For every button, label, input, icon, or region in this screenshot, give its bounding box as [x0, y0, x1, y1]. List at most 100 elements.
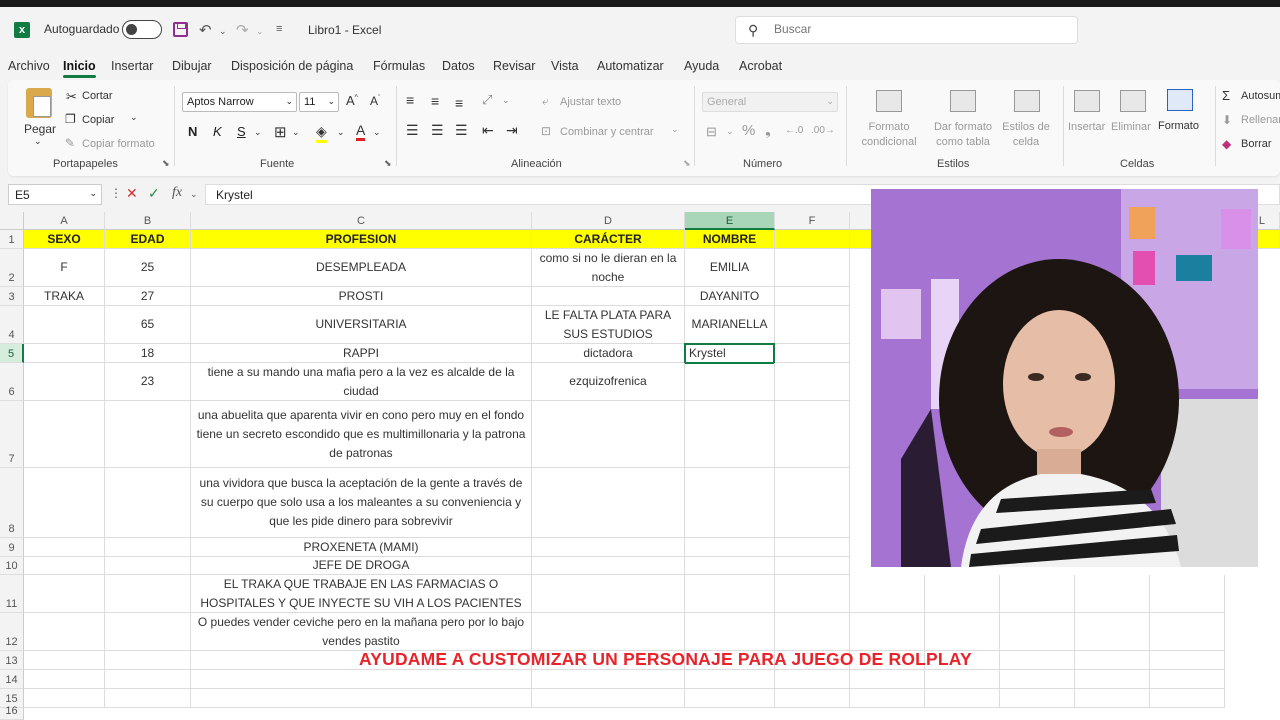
decrease-decimal-icon[interactable]: .00→ — [811, 125, 835, 136]
delete-cells-icon[interactable] — [1120, 90, 1146, 112]
row-header-6[interactable]: 6 — [0, 363, 24, 401]
row-header-2[interactable]: 2 — [0, 249, 24, 287]
cell-c10[interactable]: JEFE DE DROGA — [191, 557, 532, 575]
cell-a9[interactable] — [24, 538, 105, 557]
font-launcher-icon[interactable]: ⬊ — [384, 158, 392, 169]
align-bottom-icon[interactable]: ≡ — [455, 95, 463, 111]
align-top-icon[interactable]: ≡ — [406, 92, 414, 108]
cell-a15[interactable] — [24, 689, 105, 708]
cell-d4[interactable]: LE FALTA PLATA PARA SUS ESTUDIOS — [532, 306, 685, 344]
cell-f14[interactable] — [775, 670, 850, 689]
cell-c8[interactable]: una vividora que busca la aceptación de … — [191, 468, 532, 538]
cell-e14[interactable] — [685, 670, 775, 689]
tab-dibujar[interactable]: Dibujar — [172, 59, 212, 73]
column-header-d[interactable]: D — [532, 212, 685, 230]
cell-e10[interactable] — [685, 557, 775, 575]
copy-icon[interactable]: ❐ — [65, 112, 76, 126]
cell-e12[interactable] — [685, 613, 775, 651]
cell-b5[interactable]: 18 — [105, 344, 191, 363]
underline-dropdown-icon[interactable]: ⌄ — [254, 127, 262, 138]
cell-a8[interactable] — [24, 468, 105, 538]
column-header-f[interactable]: F — [775, 212, 850, 230]
percent-icon[interactable]: % — [742, 122, 755, 139]
row-header-1[interactable]: 1 — [0, 230, 24, 249]
cell-d6[interactable]: ezquizofrenica — [532, 363, 685, 401]
column-header-c[interactable]: C — [191, 212, 532, 230]
header-cell-f[interactable] — [775, 230, 850, 249]
column-header-b[interactable]: B — [105, 212, 191, 230]
cell-c9[interactable]: PROXENETA (MAMI) — [191, 538, 532, 557]
italic-button[interactable]: K — [213, 124, 222, 139]
header-cell-nombre[interactable]: NOMBRE — [685, 230, 775, 249]
tab-archivo[interactable]: Archivo — [8, 59, 50, 73]
undo-dropdown-icon[interactable]: ⌄ — [219, 26, 227, 37]
row-header-14[interactable]: 14 — [0, 670, 24, 689]
row-header-13[interactable]: 13 — [0, 651, 24, 670]
cut-icon[interactable]: ✂ — [66, 89, 77, 105]
cell-d10[interactable] — [532, 557, 685, 575]
cell-h12[interactable] — [925, 613, 1000, 651]
wrap-text-button[interactable]: Ajustar texto — [560, 96, 621, 108]
paste-dropdown-icon[interactable]: ⌄ — [34, 136, 42, 147]
align-right-icon[interactable]: ☰ — [455, 122, 468, 139]
name-box[interactable]: E5 ⌄ — [8, 184, 102, 205]
format-cells-button[interactable]: Formato — [1158, 120, 1199, 132]
cell-i11[interactable] — [1000, 575, 1075, 613]
tab-datos[interactable]: Datos — [442, 59, 475, 73]
customize-toolbar-icon[interactable]: ≡ — [276, 23, 282, 35]
enter-icon[interactable]: ✓ — [148, 185, 160, 202]
autosum-icon[interactable]: Σ — [1222, 88, 1230, 103]
cell-c3[interactable]: PROSTI — [191, 287, 532, 306]
save-icon[interactable] — [173, 22, 188, 37]
cell-f3[interactable] — [775, 287, 850, 306]
cell-i14[interactable] — [1000, 670, 1075, 689]
cell-b7[interactable] — [105, 401, 191, 468]
cell-i13[interactable] — [1000, 651, 1075, 670]
cell-g12[interactable] — [850, 613, 925, 651]
row-header-3[interactable]: 3 — [0, 287, 24, 306]
cell-f15[interactable] — [775, 689, 850, 708]
insert-cells-button[interactable]: Insertar — [1068, 121, 1105, 133]
cell-b8[interactable] — [105, 468, 191, 538]
wrap-text-icon[interactable]: ⤶ — [542, 94, 549, 109]
cell-c15[interactable] — [191, 689, 532, 708]
cell-g15[interactable] — [850, 689, 925, 708]
row-header-12[interactable]: 12 — [0, 613, 24, 651]
cell-c2[interactable]: DESEMPLEADA — [191, 249, 532, 287]
insert-cells-icon[interactable] — [1074, 90, 1100, 112]
column-header-a[interactable]: A — [24, 212, 105, 230]
cell-k14[interactable] — [1150, 670, 1225, 689]
cell-a7[interactable] — [24, 401, 105, 468]
cell-f2[interactable] — [775, 249, 850, 287]
cell-c5[interactable]: RAPPI — [191, 344, 532, 363]
cell-c4[interactable]: UNIVERSITARIA — [191, 306, 532, 344]
autosave-toggle[interactable] — [122, 20, 162, 39]
cell-c6[interactable]: tiene a su mando una mafia pero a la vez… — [191, 363, 532, 401]
more-options-icon[interactable]: ⋮ — [110, 186, 122, 200]
cell-c11[interactable]: EL TRAKA QUE TRABAJE EN LAS FARMACIAS O … — [191, 575, 532, 613]
search-box[interactable]: ⚲ — [735, 16, 1078, 44]
cell-b2[interactable]: 25 — [105, 249, 191, 287]
comma-style-icon[interactable]: ❟ — [765, 122, 771, 139]
tab-acrobat[interactable]: Acrobat — [739, 59, 782, 73]
cell-styles-icon[interactable] — [1014, 90, 1040, 112]
font-name-combo[interactable]: Aptos Narrow ⌄ — [182, 92, 297, 112]
cell-d11[interactable] — [532, 575, 685, 613]
cell-j13[interactable] — [1075, 651, 1150, 670]
cell-d15[interactable] — [532, 689, 685, 708]
cell-d9[interactable] — [532, 538, 685, 557]
cell-styles-button[interactable]: Estilos de celda — [998, 120, 1054, 150]
cell-f10[interactable] — [775, 557, 850, 575]
row-header-4[interactable]: 4 — [0, 306, 24, 344]
cell-a14[interactable] — [24, 670, 105, 689]
format-painter-icon[interactable]: ✎ — [65, 136, 75, 150]
cell-k13[interactable] — [1150, 651, 1225, 670]
cell-g14[interactable] — [850, 670, 925, 689]
copy-dropdown-icon[interactable]: ⌄ — [130, 112, 138, 123]
orientation-dropdown-icon[interactable]: ⌄ — [502, 95, 510, 106]
cell-f7[interactable] — [775, 401, 850, 468]
cell-d8[interactable] — [532, 468, 685, 538]
tab-formulas[interactable]: Fórmulas — [373, 59, 425, 73]
cell-e15[interactable] — [685, 689, 775, 708]
cell-b11[interactable] — [105, 575, 191, 613]
